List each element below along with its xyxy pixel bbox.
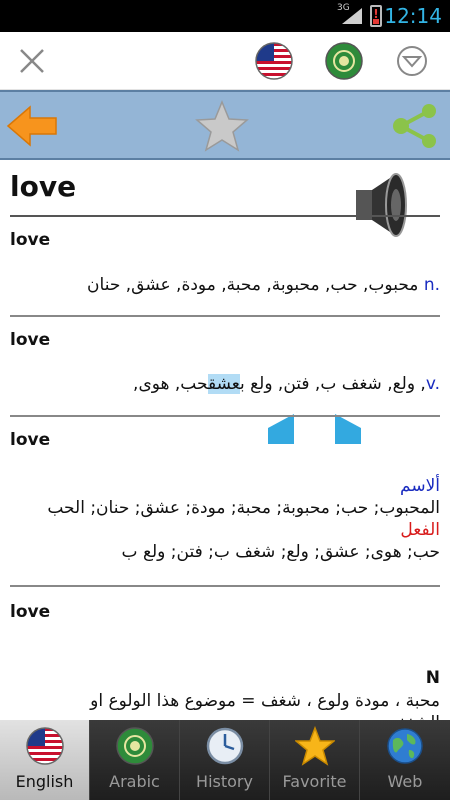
entry-word: love <box>10 230 51 250</box>
status-bar: 3G ! 12:14 <box>0 0 450 32</box>
tab-label: Web <box>387 772 423 791</box>
battery-icon: ! <box>370 5 382 27</box>
us-flag-icon <box>26 727 64 765</box>
arabic-definition: ألاسم المحبوب; حب; محبوبة; محبة; مودة; ع… <box>10 475 440 563</box>
selection-handle-left[interactable] <box>268 414 294 444</box>
selected-text[interactable]: عشق <box>207 374 240 394</box>
clock: 12:14 <box>384 4 442 28</box>
english-language-button[interactable] <box>250 37 298 85</box>
dropdown-circle-icon <box>397 46 427 76</box>
tab-label: Favorite <box>282 772 347 791</box>
entry-word: love <box>10 602 51 622</box>
translation-text: , ولع, شغف ب, فتن, ولع بعشقحب, هوى, <box>127 374 426 394</box>
verb-translation: , ولع, شغف ب, فتن, ولع بعشقحب, هوى, v. <box>128 374 440 394</box>
navigation-bar <box>0 90 450 160</box>
headword: love <box>10 170 77 203</box>
definition-line: محبة ، مودة ولوع ، شغف = موضوع هذا الولو… <box>90 691 440 711</box>
divider <box>10 585 440 587</box>
verb-label: الفعل <box>400 520 440 540</box>
pos-label: v. <box>425 374 440 394</box>
us-flag-icon <box>255 42 293 80</box>
n-label: N <box>425 668 440 688</box>
tab-history[interactable]: History <box>180 720 270 800</box>
globe-icon <box>387 728 423 764</box>
selection-handle-right[interactable] <box>335 414 361 444</box>
bottom-tab-bar: English Arabic History Favorite Web <box>0 720 450 800</box>
tab-label: Arabic <box>109 772 160 791</box>
divider <box>10 315 440 317</box>
tab-label: English <box>15 772 74 791</box>
tab-label: History <box>196 772 253 791</box>
star-icon <box>195 100 249 152</box>
divider <box>10 415 440 417</box>
tab-favorite[interactable]: Favorite <box>270 720 360 800</box>
close-button[interactable] <box>8 37 56 85</box>
tab-arabic[interactable]: Arabic <box>90 720 180 800</box>
menu-button[interactable] <box>388 37 436 85</box>
speaker-icon <box>356 173 407 237</box>
noun-definition: المحبوب; حب; محبوبة; محبة; مودة; عشق; حن… <box>47 498 440 518</box>
share-button[interactable] <box>385 96 445 156</box>
share-icon <box>393 104 436 148</box>
arabic-language-button[interactable] <box>320 37 368 85</box>
definition-line: الشغف <box>10 712 440 720</box>
verb-definition: حب; هوى; عشق; ولع; شغف ب; فتن; ولع ب <box>121 542 440 562</box>
pos-label: n. <box>423 275 440 295</box>
tab-web[interactable]: Web <box>360 720 450 800</box>
star-icon <box>295 726 335 766</box>
back-button[interactable] <box>2 96 62 156</box>
translation-text: محبوب, حب, محبوبة, محبة, مودة, عشق, حنان <box>87 275 419 295</box>
divider <box>10 215 440 217</box>
signal-icon <box>342 8 362 24</box>
top-toolbar <box>0 32 450 90</box>
entry-word: love <box>10 330 51 350</box>
arabic-definition: محبة ، مودة ولوع ، شغف = موضوع هذا الولو… <box>10 690 440 720</box>
back-arrow-icon <box>6 105 57 147</box>
favorite-button[interactable] <box>192 96 252 156</box>
noun-label: ألاسم <box>400 476 440 496</box>
pronounce-button[interactable] <box>352 170 412 240</box>
clock-icon <box>206 727 244 765</box>
arab-league-flag-icon <box>116 727 154 765</box>
arab-league-flag-icon <box>325 42 363 80</box>
tab-english[interactable]: English <box>0 720 90 800</box>
entry-word: love <box>10 430 51 450</box>
definition-content[interactable]: love love محبوب, حب, محبوبة, محبة, مودة,… <box>0 160 450 720</box>
noun-translation: محبوب, حب, محبوبة, محبة, مودة, عشق, حنان… <box>87 275 440 295</box>
close-icon <box>20 49 44 73</box>
